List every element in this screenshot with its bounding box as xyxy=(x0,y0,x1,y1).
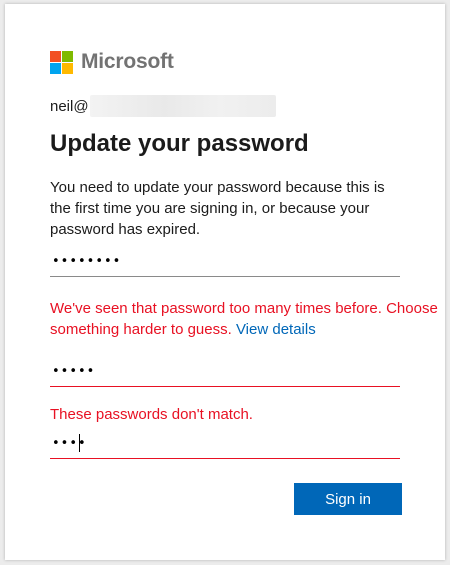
microsoft-logo-icon xyxy=(50,50,73,74)
new-password-input[interactable] xyxy=(50,356,402,386)
new-password-error: We've seen that password too many times … xyxy=(50,298,445,340)
page-description: You need to update your password because… xyxy=(50,179,385,238)
account-identity: neil@ xyxy=(50,95,276,117)
page-title: Update your password xyxy=(50,130,309,157)
sign-in-card: Microsoft neil@ Update your password You… xyxy=(5,4,445,560)
confirm-password-field[interactable] xyxy=(50,428,402,459)
account-email-prefix: neil@ xyxy=(50,97,89,115)
view-details-link[interactable]: View details xyxy=(236,321,316,338)
text-caret xyxy=(79,434,80,452)
confirm-password-error: These passwords don't match. xyxy=(50,406,253,423)
microsoft-logo: Microsoft xyxy=(50,50,174,74)
sign-in-button[interactable]: Sign in xyxy=(294,483,402,515)
redacted-email-domain xyxy=(89,95,276,117)
brand-name: Microsoft xyxy=(81,50,174,73)
new-password-field[interactable] xyxy=(50,356,402,387)
current-password-input[interactable] xyxy=(50,246,402,276)
current-password-field[interactable] xyxy=(50,246,402,277)
confirm-password-input[interactable] xyxy=(50,428,402,458)
